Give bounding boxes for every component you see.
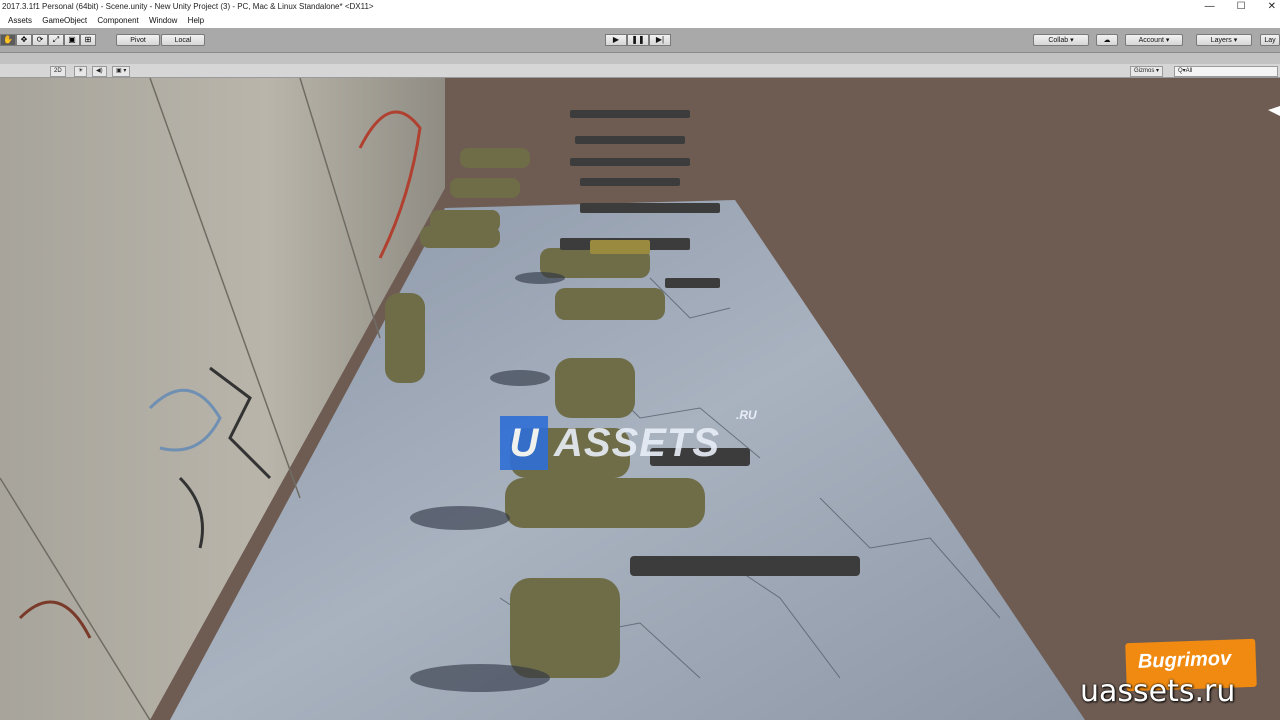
scene-search-input[interactable]: Q▾All xyxy=(1174,66,1278,77)
collab-dropdown[interactable]: Collab ▾ xyxy=(1033,34,1089,46)
move-tool-button[interactable]: ✥ xyxy=(16,34,32,46)
scene-viewport[interactable]: U ASSETS .RU xyxy=(0,78,1280,720)
badge-text: Bugrimov xyxy=(1137,647,1232,673)
logo-u: U xyxy=(500,416,548,470)
gizmos-dropdown[interactable]: Gizmos ▾ xyxy=(1130,66,1164,77)
watermark: uassets.ru xyxy=(1080,674,1236,709)
effects-dropdown[interactable]: ▣ ▾ xyxy=(112,66,131,77)
menu-component[interactable]: Component xyxy=(97,14,138,28)
scene-view-toolbar: 2D ☀ ◀) ▣ ▾ Gizmos ▾ Q▾All xyxy=(0,64,1280,78)
close-button[interactable]: ✕ xyxy=(1268,0,1276,14)
pivot-toggle[interactable]: Pivot xyxy=(116,34,160,46)
menu-bar: Assets GameObject Component Window Help xyxy=(0,14,1280,28)
window-title: 2017.3.1f1 Personal (64bit) - Scene.unit… xyxy=(2,2,374,11)
scale-tool-button[interactable]: ⤢ xyxy=(48,34,64,46)
layers-dropdown[interactable]: Layers ▾ xyxy=(1196,34,1252,46)
step-button[interactable]: ▶| xyxy=(649,34,671,46)
scene-render xyxy=(0,78,1280,720)
transform-tool-button[interactable]: ⊞ xyxy=(80,34,96,46)
minimize-button[interactable]: — xyxy=(1205,0,1215,14)
title-bar: 2017.3.1f1 Personal (64bit) - Scene.unit… xyxy=(0,0,1280,14)
rotate-tool-button[interactable]: ⟳ xyxy=(32,34,48,46)
layout-dropdown[interactable]: Lay xyxy=(1260,34,1280,46)
lighting-toggle[interactable]: ☀ xyxy=(74,66,88,77)
play-controls: ▶ ❚❚ ▶| xyxy=(605,34,671,46)
pause-button[interactable]: ❚❚ xyxy=(627,34,649,46)
rect-tool-button[interactable]: ▣ xyxy=(64,34,80,46)
menu-window[interactable]: Window xyxy=(149,14,177,28)
cloud-button[interactable]: ☁ xyxy=(1096,34,1118,46)
maximize-button[interactable]: ☐ xyxy=(1237,0,1246,14)
hand-tool-button[interactable]: ✋ xyxy=(0,34,16,46)
transform-tools: ✋ ✥ ⟳ ⤢ ▣ ⊞ xyxy=(0,34,96,46)
menu-help[interactable]: Help xyxy=(188,14,204,28)
local-toggle[interactable]: Local xyxy=(161,34,205,46)
menu-gameobject[interactable]: GameObject xyxy=(42,14,87,28)
logo-ru: .RU xyxy=(736,408,757,422)
account-dropdown[interactable]: Account ▾ xyxy=(1125,34,1183,46)
uassets-logo: U ASSETS .RU xyxy=(500,408,757,470)
play-button[interactable]: ▶ xyxy=(605,34,627,46)
audio-toggle[interactable]: ◀) xyxy=(92,66,107,77)
logo-text: ASSETS xyxy=(554,420,721,465)
2d-toggle[interactable]: 2D xyxy=(50,66,66,77)
window-controls: — ☐ ✕ xyxy=(1205,0,1276,14)
main-toolbar: ✋ ✥ ⟳ ⤢ ▣ ⊞ Pivot Local ▶ ❚❚ ▶| Collab ▾… xyxy=(0,28,1280,53)
menu-assets[interactable]: Assets xyxy=(8,14,32,28)
